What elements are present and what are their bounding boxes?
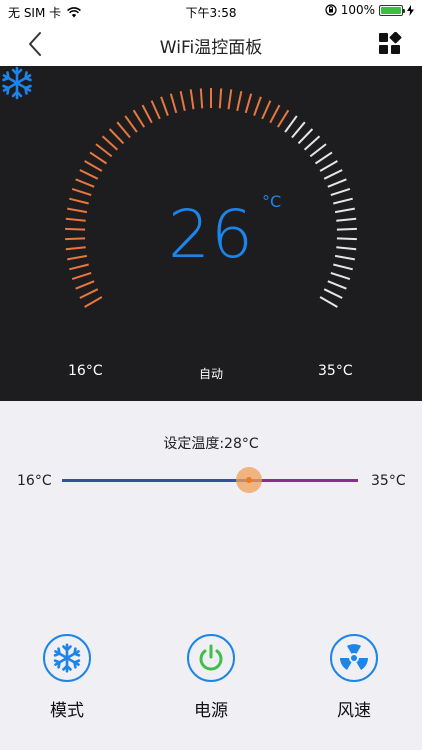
dial-tick [141,104,153,124]
mode-status-label: 自动 [198,367,223,381]
dial-tick [95,143,113,158]
dial-tick [179,90,186,112]
dial-tick [84,160,103,172]
dial-tick [330,187,351,197]
grid-menu-icon[interactable] [378,32,402,56]
dial-tick [297,128,314,145]
status-bar: 无 SIM 卡 下午3:58 100% [0,0,422,22]
charging-icon [407,4,414,16]
fan-speed-button[interactable]: 风速 [319,634,389,721]
dial-tick [276,109,290,128]
temperature-slider-track[interactable] [62,479,358,482]
snowflake-icon [2,66,32,100]
dial-tick [71,271,92,281]
dial-tick [108,128,125,145]
dial-tick [124,115,138,133]
dial-max-label: 35°C [318,363,353,379]
thermostat-dial-panel: 26 °C 16°C 自动 35°C [0,66,422,401]
dial-tick [101,135,119,151]
dial-tick [169,93,178,114]
battery-percent: 100% [340,3,375,17]
dial-tick [236,90,243,112]
fan-speed-button-circle[interactable] [330,634,378,682]
dial-tick [199,88,204,109]
mode-button-circle[interactable] [43,634,91,682]
slider-high-segment [249,479,358,482]
power-button-label: 电源 [194,701,228,721]
slider-min-label: 16°C [17,473,52,489]
temperature-unit: °C [262,192,282,211]
dial-tick [79,288,99,299]
power-button[interactable]: 电源 [176,634,246,721]
slider-max-label: 35°C [371,473,406,489]
dial-tick [327,280,347,290]
dial-tick [79,169,99,180]
battery-icon [379,4,405,16]
dial-tick [218,88,223,109]
dial-tick [89,151,108,165]
dial-tick [132,109,146,128]
dial-tick [116,121,131,139]
dial-tick [160,96,169,116]
temperature-slider-thumb[interactable] [236,467,262,493]
dial-tick [150,100,161,120]
fan-icon [340,644,368,670]
dial-tick [291,121,306,139]
dial-tick [319,160,338,172]
fan-speed-button-label: 风速 [337,701,371,721]
status-right: 100% [325,3,414,17]
dial-tick [323,169,343,180]
dial-tick [84,296,103,308]
dial-tick [309,143,327,158]
current-temperature: 26 [168,196,254,273]
dial-tick [319,296,338,308]
set-temperature-label: 设定温度:28°C [163,436,259,452]
power-button-circle[interactable] [187,634,235,682]
snowflake-icon [53,643,81,673]
page-title: WiFi温控面板 [159,38,263,58]
dial-tick [327,178,347,188]
mode-button-label: 模式 [50,701,84,721]
slider-low-segment [62,479,249,482]
dial-tick [75,178,95,188]
dial-tick [269,104,281,124]
dial-tick [75,280,95,290]
dial-tick [261,100,272,120]
dial-tick [323,288,343,299]
dial-tick [189,89,195,110]
mode-button[interactable]: 模式 [32,634,102,721]
dial-tick [244,93,253,114]
dial-tick [253,96,262,116]
dial-tick [330,271,351,281]
nav-bar: WiFi温控面板 [0,22,422,66]
orientation-lock-icon [325,4,337,16]
dial-tick [71,187,92,197]
dial-tick [303,135,321,151]
dial-tick [227,89,233,110]
dial-tick [284,115,298,133]
power-icon [199,644,223,671]
dial-tick [314,151,333,165]
